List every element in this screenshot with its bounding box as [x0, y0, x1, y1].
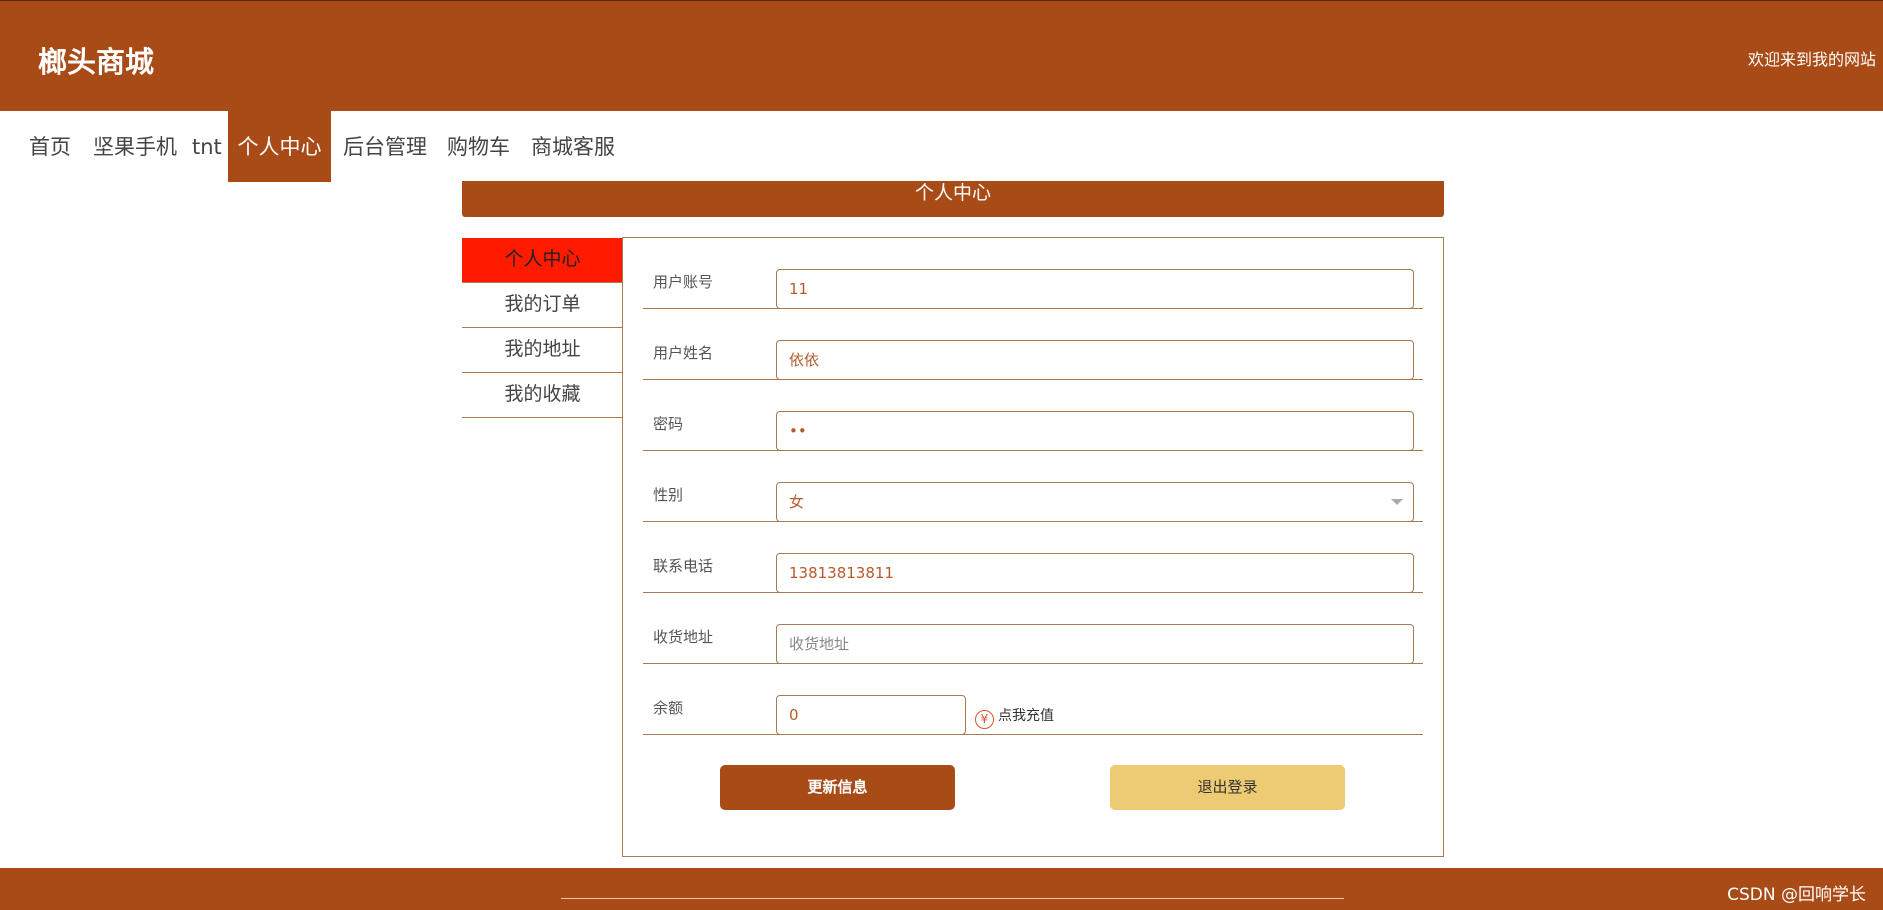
form-row-gender: 性别 女 [643, 451, 1423, 522]
update-info-button[interactable]: 更新信息 [720, 765, 955, 810]
form-row-name: 用户姓名 依依 [643, 309, 1423, 380]
logout-button[interactable]: 退出登录 [1110, 765, 1345, 810]
footer-divider [561, 898, 1344, 899]
phone-value: 13813813811 [789, 564, 894, 582]
account-value: 11 [789, 280, 809, 298]
name-value: 依依 [789, 351, 820, 369]
balance-label: 余额 [653, 699, 684, 717]
panel-title: 个人中心 [462, 181, 1444, 217]
site-footer [0, 868, 1883, 910]
site-header: 榔头商城 欢迎来到我的网站 [0, 0, 1883, 111]
balance-field[interactable]: 0 [776, 695, 966, 735]
sidebar: 个人中心 我的订单 我的地址 我的收藏 [462, 238, 623, 418]
yen-icon: ¥ [975, 710, 994, 729]
watermark-text: CSDN @回响学长 [1727, 885, 1866, 905]
gender-value: 女 [789, 493, 805, 511]
nav-item-personal-center[interactable]: 个人中心 [228, 111, 331, 182]
chevron-down-icon [1391, 499, 1403, 505]
sidebar-item-address[interactable]: 我的地址 [462, 328, 623, 373]
form-row-phone: 联系电话 13813813811 [643, 522, 1423, 593]
profile-form: 用户账号 11 用户姓名 依依 密码 •• 性别 女 联系电话 13813813… [622, 237, 1444, 857]
phone-field[interactable]: 13813813811 [776, 553, 1414, 593]
recharge-label: 点我充值 [998, 708, 1054, 724]
name-field[interactable]: 依依 [776, 340, 1414, 380]
nav-item-tnt[interactable]: tnt [192, 111, 222, 182]
password-field[interactable]: •• [776, 411, 1414, 451]
nav-item-customer-service[interactable]: 商城客服 [531, 111, 615, 182]
sidebar-item-favorites[interactable]: 我的收藏 [462, 373, 623, 418]
nav-item-home[interactable]: 首页 [29, 111, 71, 182]
form-row-password: 密码 •• [643, 380, 1423, 451]
welcome-text: 欢迎来到我的网站 [1747, 50, 1876, 69]
gender-select[interactable]: 女 [776, 482, 1414, 522]
address-field[interactable]: 收货地址 [776, 624, 1414, 664]
password-value: •• [789, 422, 807, 440]
balance-value: 0 [789, 706, 799, 724]
recharge-link[interactable]: ¥ 点我充值 [975, 705, 1054, 729]
main-nav: 首页 坚果手机 tnt 个人中心 后台管理 购物车 商城客服 [0, 111, 1883, 182]
account-field[interactable]: 11 [776, 269, 1414, 309]
sidebar-item-personal-center[interactable]: 个人中心 [462, 238, 623, 283]
form-row-account: 用户账号 11 [643, 238, 1423, 309]
address-placeholder: 收货地址 [789, 635, 850, 653]
nav-item-admin[interactable]: 后台管理 [343, 111, 427, 182]
site-logo-text[interactable]: 榔头商城 [38, 39, 154, 81]
sidebar-item-orders[interactable]: 我的订单 [462, 283, 623, 328]
form-row-address: 收货地址 收货地址 [643, 593, 1423, 664]
nav-item-cart[interactable]: 购物车 [447, 111, 510, 182]
nav-item-phone[interactable]: 坚果手机 [93, 111, 177, 182]
